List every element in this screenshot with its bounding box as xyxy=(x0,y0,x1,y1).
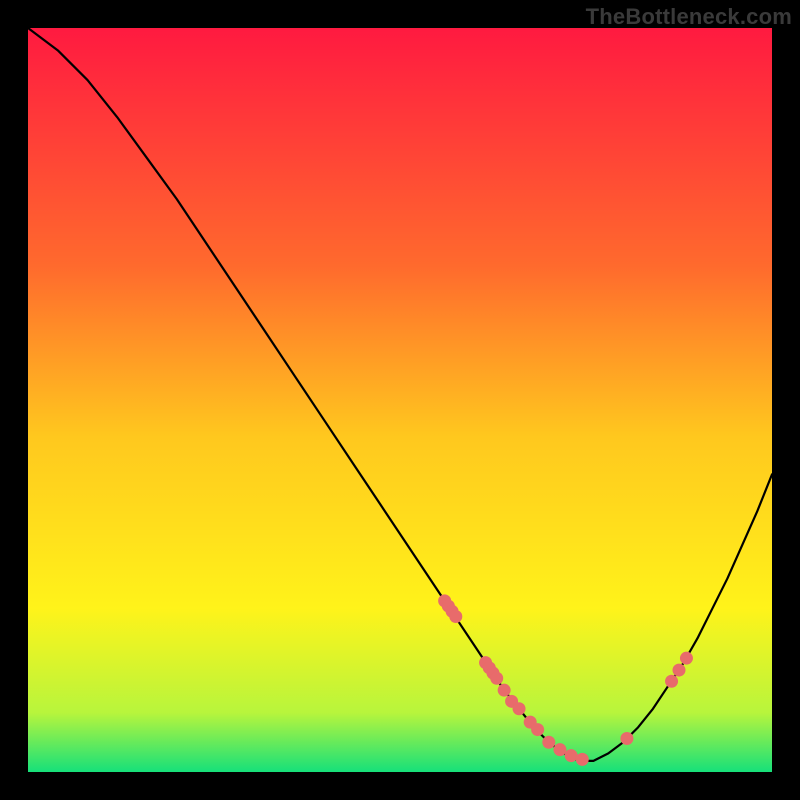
curve-marker xyxy=(553,743,566,756)
bottleneck-curve-chart xyxy=(28,28,772,772)
watermark-text: TheBottleneck.com xyxy=(586,4,792,30)
curve-marker xyxy=(620,732,633,745)
curve-marker xyxy=(680,652,693,665)
chart-wrapper: TheBottleneck.com xyxy=(0,0,800,800)
plot-area xyxy=(28,28,772,772)
curve-marker xyxy=(498,684,511,697)
curve-marker xyxy=(449,610,462,623)
curve-marker xyxy=(490,672,503,685)
curve-marker xyxy=(665,675,678,688)
curve-marker xyxy=(513,702,526,715)
curve-marker xyxy=(531,723,544,736)
curve-marker xyxy=(542,736,555,749)
gradient-background xyxy=(28,28,772,772)
curve-marker xyxy=(673,664,686,677)
curve-marker xyxy=(565,749,578,762)
curve-marker xyxy=(576,753,589,766)
